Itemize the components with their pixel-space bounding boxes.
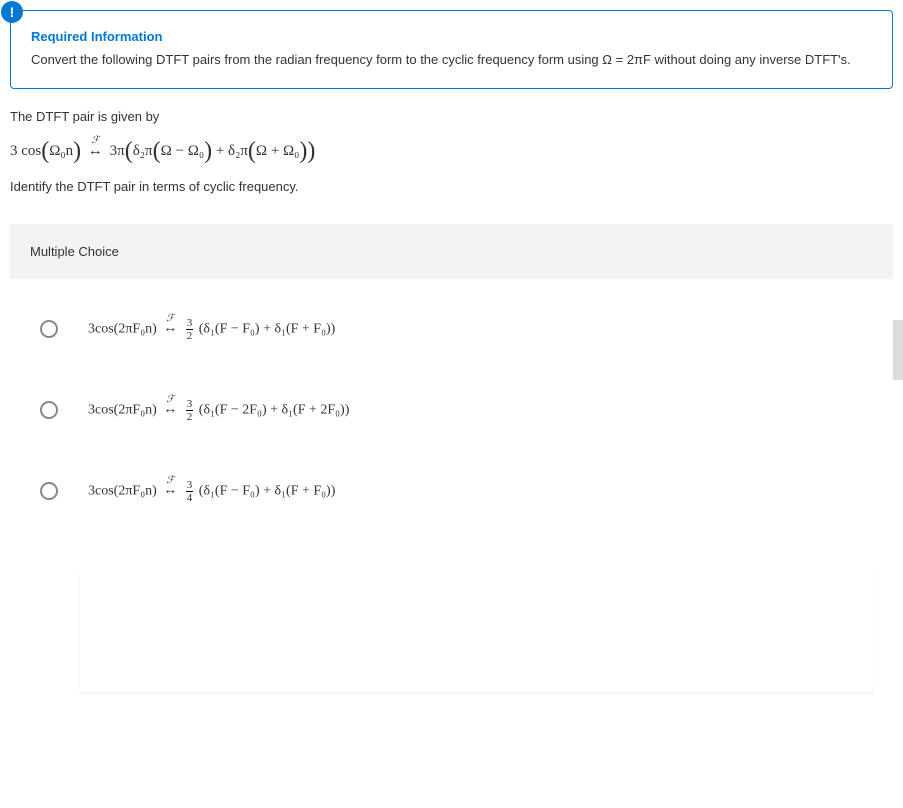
- c2-t1: F − 2F₀: [220, 402, 262, 417]
- given-by-line: The DTFT pair is given by: [10, 109, 893, 124]
- desc-omega: Ω = 2πF: [602, 52, 651, 67]
- c2-t2: F + 2F₀: [298, 402, 340, 417]
- fourier-arrow-icon: ℱ↔: [163, 321, 177, 337]
- term2: Ω + Ω₀: [256, 142, 299, 158]
- delta2: δ₂π: [228, 142, 248, 158]
- required-title: Required Information: [31, 29, 872, 44]
- c2-d1: δ₁: [203, 402, 214, 417]
- required-description: Convert the following DTFT pairs from th…: [31, 50, 872, 70]
- c3-d2: δ₁: [275, 483, 286, 498]
- c3-num: 3: [186, 479, 194, 492]
- c2-den: 2: [186, 411, 194, 423]
- c3-plus: +: [260, 483, 275, 498]
- c2-arg: 2πF₀n: [118, 402, 152, 417]
- choice-formula-3: 3cos(2πF₀n) ℱ↔ 34 (δ₁(F − F₀) + δ₁(F + F…: [88, 479, 335, 504]
- plus: +: [212, 142, 228, 158]
- fourier-arrow-icon: ℱ↔: [88, 143, 103, 160]
- c3-frac: 34: [186, 479, 194, 504]
- formula-rhs-lead: 3π: [110, 142, 125, 158]
- main-dtft-formula: 3 cos(Ω₀n) ℱ↔ 3π(δ₂π(Ω − Ω₀) + δ₂π(Ω + Ω…: [10, 138, 893, 165]
- choice-row: 3cos(2πF₀n) ℱ↔ 32 (δ₁(F − F₀) + δ₁(F + F…: [10, 289, 893, 370]
- choice-formula-1: 3cos(2πF₀n) ℱ↔ 32 (δ₁(F − F₀) + δ₁(F + F…: [88, 317, 335, 342]
- formula-lhs: 3 cos: [10, 142, 41, 158]
- alert-icon: !: [1, 1, 23, 23]
- c1-frac: 32: [186, 317, 194, 342]
- fourier-arrow-icon: ℱ↔: [163, 402, 177, 418]
- c3-arg: 2πF₀n: [118, 483, 152, 498]
- c3-t1: F − F₀: [220, 483, 255, 498]
- c3-lhs: 3cos: [88, 483, 114, 498]
- mc-title: Multiple Choice: [30, 244, 119, 259]
- c1-arg: 2πF₀n: [118, 321, 152, 336]
- term1: Ω − Ω₀: [161, 142, 204, 158]
- c2-lhs: 3cos: [88, 402, 114, 417]
- desc-suffix: without doing any inverse DTFT's.: [651, 52, 851, 67]
- c3-close: ): [331, 483, 336, 498]
- choice-list: 3cos(2πF₀n) ℱ↔ 32 (δ₁(F − F₀) + δ₁(F + F…: [10, 289, 893, 532]
- radio-option-1[interactable]: [40, 320, 58, 338]
- delta1: δ₂π: [133, 142, 153, 158]
- scrollbar-indicator[interactable]: [893, 320, 903, 380]
- c2-d2: δ₁: [282, 402, 293, 417]
- formula-arg: Ω₀n: [49, 142, 73, 158]
- bottom-panel: [80, 572, 873, 692]
- required-info-box: ! Required Information Convert the follo…: [10, 10, 893, 89]
- c3-den: 4: [186, 492, 194, 504]
- c2-plus: +: [267, 402, 282, 417]
- c1-den: 2: [186, 330, 194, 342]
- c2-close: ): [345, 402, 350, 417]
- multiple-choice-header: Multiple Choice: [10, 224, 893, 279]
- radio-option-2[interactable]: [40, 401, 58, 419]
- c3-t2: F + F₀: [291, 483, 326, 498]
- radio-option-3[interactable]: [40, 482, 58, 500]
- identify-line: Identify the DTFT pair in terms of cycli…: [10, 179, 893, 194]
- c1-lhs: 3cos: [88, 321, 114, 336]
- c2-num: 3: [186, 398, 194, 411]
- choice-row: 3cos(2πF₀n) ℱ↔ 34 (δ₁(F − F₀) + δ₁(F + F…: [10, 451, 893, 532]
- c3-d1: δ₁: [203, 483, 214, 498]
- fourier-arrow-icon: ℱ↔: [163, 483, 177, 499]
- c1-num: 3: [186, 317, 194, 330]
- c2-frac: 32: [186, 398, 194, 423]
- choice-formula-2: 3cos(2πF₀n) ℱ↔ 32 (δ₁(F − 2F₀) + δ₁(F + …: [88, 398, 349, 423]
- c1-body: (δ₁(F − F₀) + δ₁(F + F₀)): [199, 321, 336, 336]
- choice-row: 3cos(2πF₀n) ℱ↔ 32 (δ₁(F − 2F₀) + δ₁(F + …: [10, 370, 893, 451]
- desc-prefix: Convert the following DTFT pairs from th…: [31, 52, 602, 67]
